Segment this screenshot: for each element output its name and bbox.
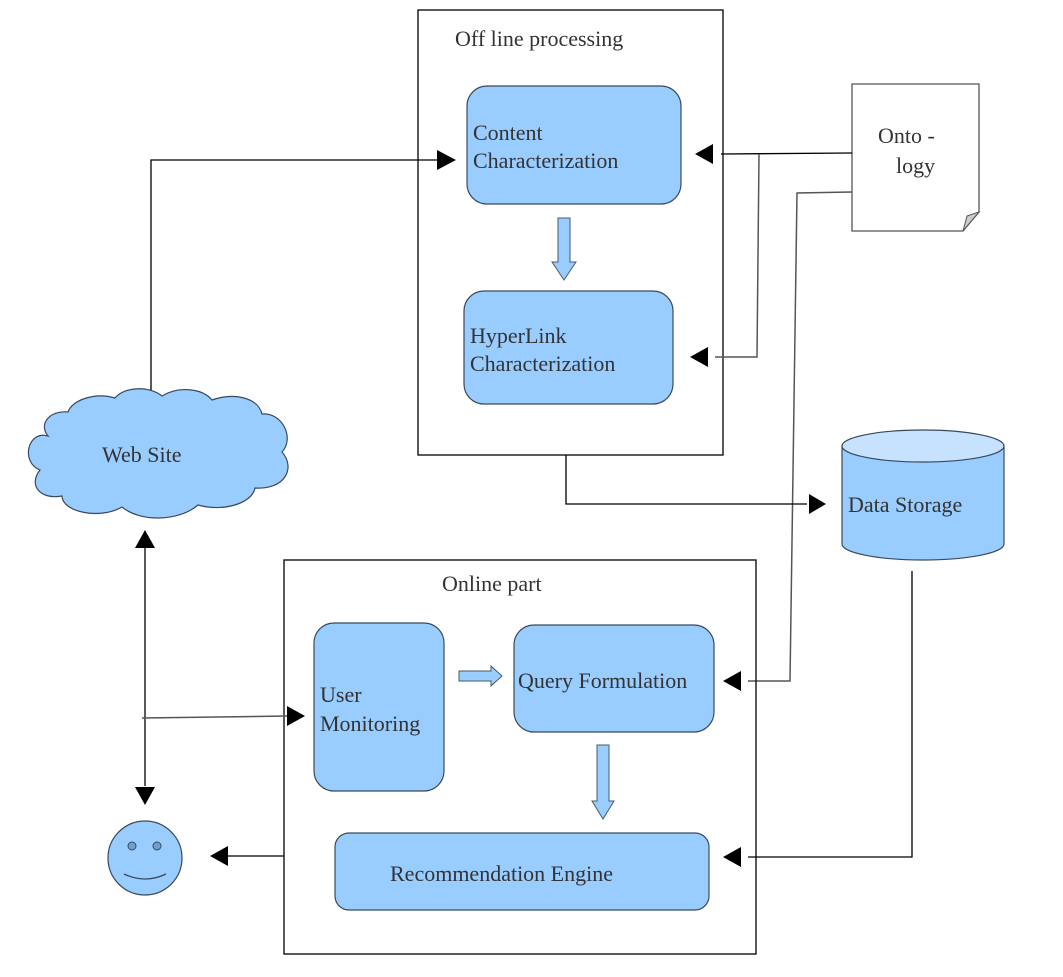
- user-monitoring-node[interactable]: User Monitoring: [313, 622, 445, 792]
- architecture-diagram: Off line processing Content Characteriza…: [27, 9, 1005, 955]
- data-storage-node[interactable]: Data Storage: [841, 429, 1005, 561]
- online-part-label: Online part: [442, 571, 542, 596]
- arrowhead-right: [809, 494, 826, 514]
- arrowhead-down: [135, 787, 155, 805]
- recommendation-engine-node[interactable]: Recommendation Engine: [334, 832, 710, 911]
- recommendation-engine-label: Recommendation Engine: [390, 861, 613, 886]
- connector-ontology-to-content: [695, 144, 853, 164]
- connector-ontology-to-hyperlink: [690, 153, 760, 367]
- smiley-right-eye: [152, 841, 162, 851]
- ontology-label-line2: logy: [896, 153, 935, 178]
- query-formulation-label: Query Formulation: [518, 668, 687, 693]
- connector-online-to-user: [210, 846, 284, 866]
- block-arrow-monitoring-to-query: [458, 664, 503, 688]
- arrowhead-left: [723, 847, 741, 867]
- user-monitoring-box: [313, 622, 445, 792]
- arrowhead-left: [690, 347, 708, 367]
- web-site-node[interactable]: Web Site: [27, 388, 289, 519]
- ontology-node[interactable]: Onto - logy: [851, 83, 981, 232]
- arrowhead-right: [437, 150, 456, 170]
- arrowhead-right: [287, 706, 305, 726]
- connector-website-to-content: [150, 150, 456, 390]
- user-node[interactable]: [107, 820, 183, 896]
- block-arrow-query-to-recommendation: [591, 744, 615, 820]
- content-characterization-label-line1: Content: [473, 120, 543, 145]
- arrowhead-left: [723, 671, 741, 691]
- web-site-label: Web Site: [102, 442, 182, 467]
- user-monitoring-label-line2: Monitoring: [320, 711, 420, 736]
- offline-processing-label: Off line processing: [455, 26, 623, 51]
- data-storage-label: Data Storage: [848, 492, 962, 517]
- connector-datastorage-to-recommendation: [723, 571, 913, 867]
- content-characterization-node[interactable]: Content Characterization: [466, 85, 682, 205]
- connector-website-user-bidirectional: [135, 530, 155, 805]
- connector-ontology-to-query: [723, 191, 853, 691]
- arrowhead-left: [695, 144, 713, 164]
- smiley-user-icon: [107, 820, 183, 896]
- connector-offline-to-datastorage: [565, 455, 826, 514]
- data-storage-cylinder-top: [841, 429, 1005, 463]
- hyperlink-characterization-label-line2: Characterization: [470, 351, 615, 376]
- arrowhead-up: [135, 530, 155, 548]
- block-arrow-content-to-hyperlink: [551, 217, 577, 281]
- hyperlink-characterization-node[interactable]: HyperLink Characterization: [463, 290, 674, 405]
- connector-user-to-monitoring: [141, 706, 305, 726]
- arrowhead-left: [210, 846, 228, 866]
- smiley-left-eye: [127, 841, 137, 851]
- ontology-label-line1: Onto -: [878, 123, 935, 148]
- hyperlink-characterization-label-line1: HyperLink: [470, 323, 567, 348]
- content-characterization-label-line2: Characterization: [473, 148, 618, 173]
- content-characterization-box: [466, 85, 682, 205]
- user-monitoring-label-line1: User: [320, 682, 362, 707]
- query-formulation-node[interactable]: Query Formulation: [513, 624, 715, 733]
